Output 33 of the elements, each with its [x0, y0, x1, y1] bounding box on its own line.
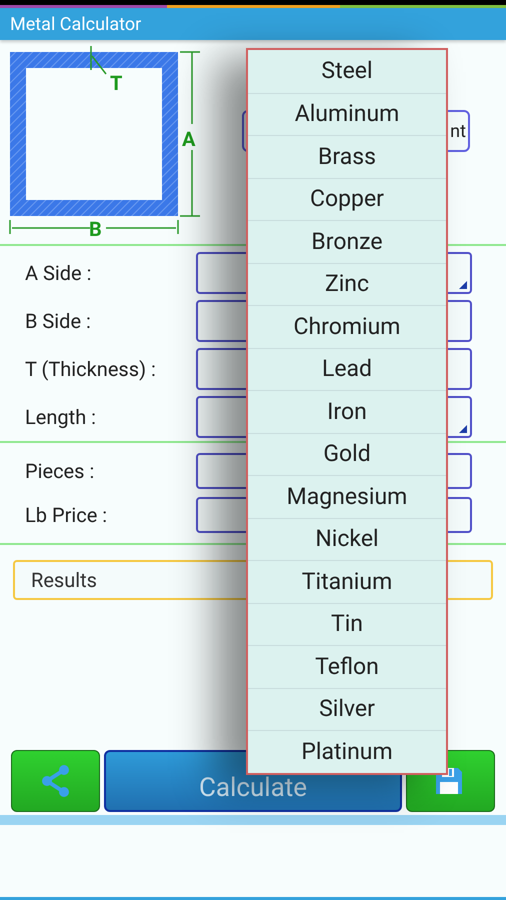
leader-line [90, 46, 107, 74]
menu-item[interactable]: Titanium [248, 560, 446, 602]
menu-item[interactable]: Silver [248, 688, 446, 730]
menu-item[interactable]: Iron [248, 390, 446, 432]
share-button[interactable] [11, 750, 100, 812]
results-label: Results [31, 567, 98, 594]
menu-item[interactable]: Teflon [248, 645, 446, 688]
dimension-label: T [110, 71, 122, 95]
dimension-label: B [89, 217, 102, 241]
menu-item[interactable]: Steel [248, 50, 446, 92]
menu-item[interactable]: Chromium [248, 305, 446, 348]
menu-item[interactable]: Zinc [248, 262, 446, 305]
menu-item[interactable]: Tin [248, 602, 446, 645]
menu-item[interactable]: Nickel [248, 518, 446, 560]
field-label: B Side : [25, 308, 92, 335]
menu-item[interactable]: Aluminum [248, 92, 446, 135]
app-title: Metal Calculator [10, 12, 142, 36]
field-label: Lb Price : [25, 502, 108, 529]
share-icon [40, 764, 72, 798]
field-label: Pieces : [25, 458, 96, 485]
field-label: T (Thickness) : [25, 356, 157, 383]
menu-item[interactable]: Copper [248, 178, 446, 220]
field-label: Length : [25, 404, 98, 431]
spinner-corner-icon [459, 425, 467, 433]
menu-item[interactable]: Bronze [248, 220, 446, 262]
menu-item[interactable]: Platinum [248, 730, 446, 772]
menu-item[interactable]: Magnesium [248, 475, 446, 518]
spinner-corner-icon [459, 281, 467, 289]
dimension-label: A [182, 127, 196, 151]
menu-item[interactable]: Gold [248, 432, 446, 475]
field-label: A Side : [25, 260, 92, 287]
menu-item[interactable]: Lead [248, 348, 446, 390]
menu-item[interactable]: Brass [248, 135, 446, 178]
